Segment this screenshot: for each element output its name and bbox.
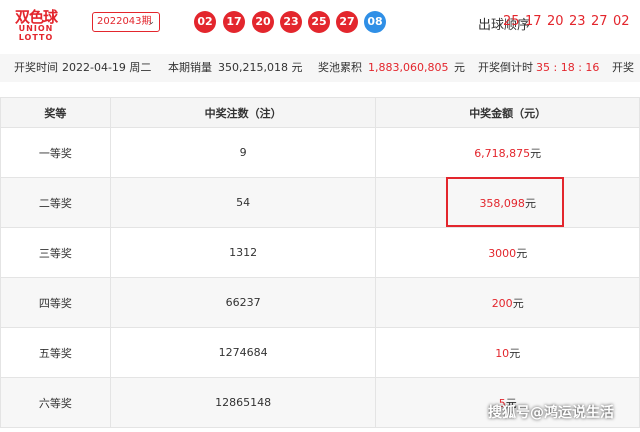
pool-label: 奖池累积: [318, 61, 362, 74]
prize-amount-cell: 6,718,875元: [375, 127, 640, 178]
prize-amount-cell: 3000元: [375, 227, 640, 278]
period-select[interactable]: 2022043期 ⌄: [92, 12, 160, 32]
winner-count: 9: [109, 127, 377, 178]
prize-amount: 6,718,875: [474, 146, 531, 160]
prize-amount: 3000: [488, 246, 517, 260]
prize-level: 一等奖: [0, 127, 111, 178]
table-header-row: 奖等 中奖注数（注） 中奖金额（元）: [0, 97, 640, 128]
red-ball: 27: [336, 11, 358, 33]
table-row: 五等奖 1274684 10元: [0, 327, 640, 378]
amount-unit: 元: [512, 296, 524, 310]
watermark: 搜狐号@鸿运说生活: [488, 405, 614, 421]
prize-amount-cell: 200元: [375, 277, 640, 328]
red-ball: 23: [280, 11, 302, 33]
header-count: 中奖注数（注）: [109, 97, 377, 128]
draw-time-label: 开奖时间: [14, 61, 58, 74]
header-level: 奖等: [0, 97, 111, 128]
amount-unit: 元: [516, 246, 528, 260]
winner-count: 1312: [109, 227, 377, 278]
red-ball: 20: [252, 11, 274, 33]
order-number: 02: [613, 14, 630, 29]
sales-value: 350,215,018 元: [218, 61, 303, 74]
logo-en-text: UNION LOTTO: [12, 24, 60, 42]
red-ball: 25: [308, 11, 330, 33]
header-amount: 中奖金额（元）: [375, 97, 640, 128]
prize-table: 奖等 中奖注数（注） 中奖金额（元） 一等奖 9 6,718,875元 二等奖 …: [0, 97, 640, 428]
winner-count: 1274684: [109, 327, 377, 378]
countdown-value: 35 : 18 : 16: [536, 61, 600, 74]
prize-amount: 10: [495, 346, 510, 360]
countdown-label: 开奖倒计时: [478, 61, 533, 74]
order-number: 23: [569, 14, 586, 29]
prize-amount-cell: 10元: [375, 327, 640, 378]
red-ball: 17: [223, 11, 245, 33]
order-number: 27: [591, 14, 608, 29]
amount-unit: 元: [509, 346, 521, 360]
prize-level: 五等奖: [0, 327, 111, 378]
order-number: 20: [547, 14, 564, 29]
trailing-label: 开奖: [612, 61, 634, 74]
blue-ball: 08: [364, 11, 386, 33]
winner-count: 12865148: [109, 377, 377, 428]
union-lotto-logo[interactable]: 双色球 UNION LOTTO: [12, 4, 60, 44]
winner-count: 66237: [109, 277, 377, 328]
highlight-box: [446, 177, 564, 227]
amount-unit: 元: [530, 146, 542, 160]
prize-level: 三等奖: [0, 227, 111, 278]
prize-level: 四等奖: [0, 277, 111, 328]
table-row: 一等奖 9 6,718,875元: [0, 127, 640, 178]
winner-count: 54: [109, 177, 377, 228]
prize-level: 二等奖: [0, 177, 111, 228]
sales-label: 本期销量: [168, 61, 212, 74]
red-ball: 02: [194, 11, 216, 33]
draw-order-numbers: 25 17 20 23 27 02: [503, 14, 635, 29]
pool-unit: 元: [454, 61, 465, 74]
period-value: 2022043期: [97, 16, 152, 27]
table-row: 四等奖 66237 200元: [0, 277, 640, 328]
order-number: 25: [503, 14, 520, 29]
prize-amount: 200: [491, 296, 513, 310]
pool-value: 1,883,060,805: [368, 61, 449, 74]
order-number: 17: [525, 14, 542, 29]
draw-time-value: 2022-04-19 周二: [62, 61, 152, 74]
chevron-down-icon: ⌄: [147, 17, 155, 27]
table-row: 三等奖 1312 3000元: [0, 227, 640, 278]
draw-info-bar: 开奖时间 2022-04-19 周二 本期销量 350,215,018 元 奖池…: [0, 54, 640, 82]
header-bar: 双色球 UNION LOTTO 2022043期 ⌄ 02 17 20 23 2…: [0, 0, 640, 50]
logo-en-line1: UNION: [18, 24, 54, 33]
prize-level: 六等奖: [0, 377, 111, 428]
logo-en-line2: LOTTO: [18, 33, 54, 42]
